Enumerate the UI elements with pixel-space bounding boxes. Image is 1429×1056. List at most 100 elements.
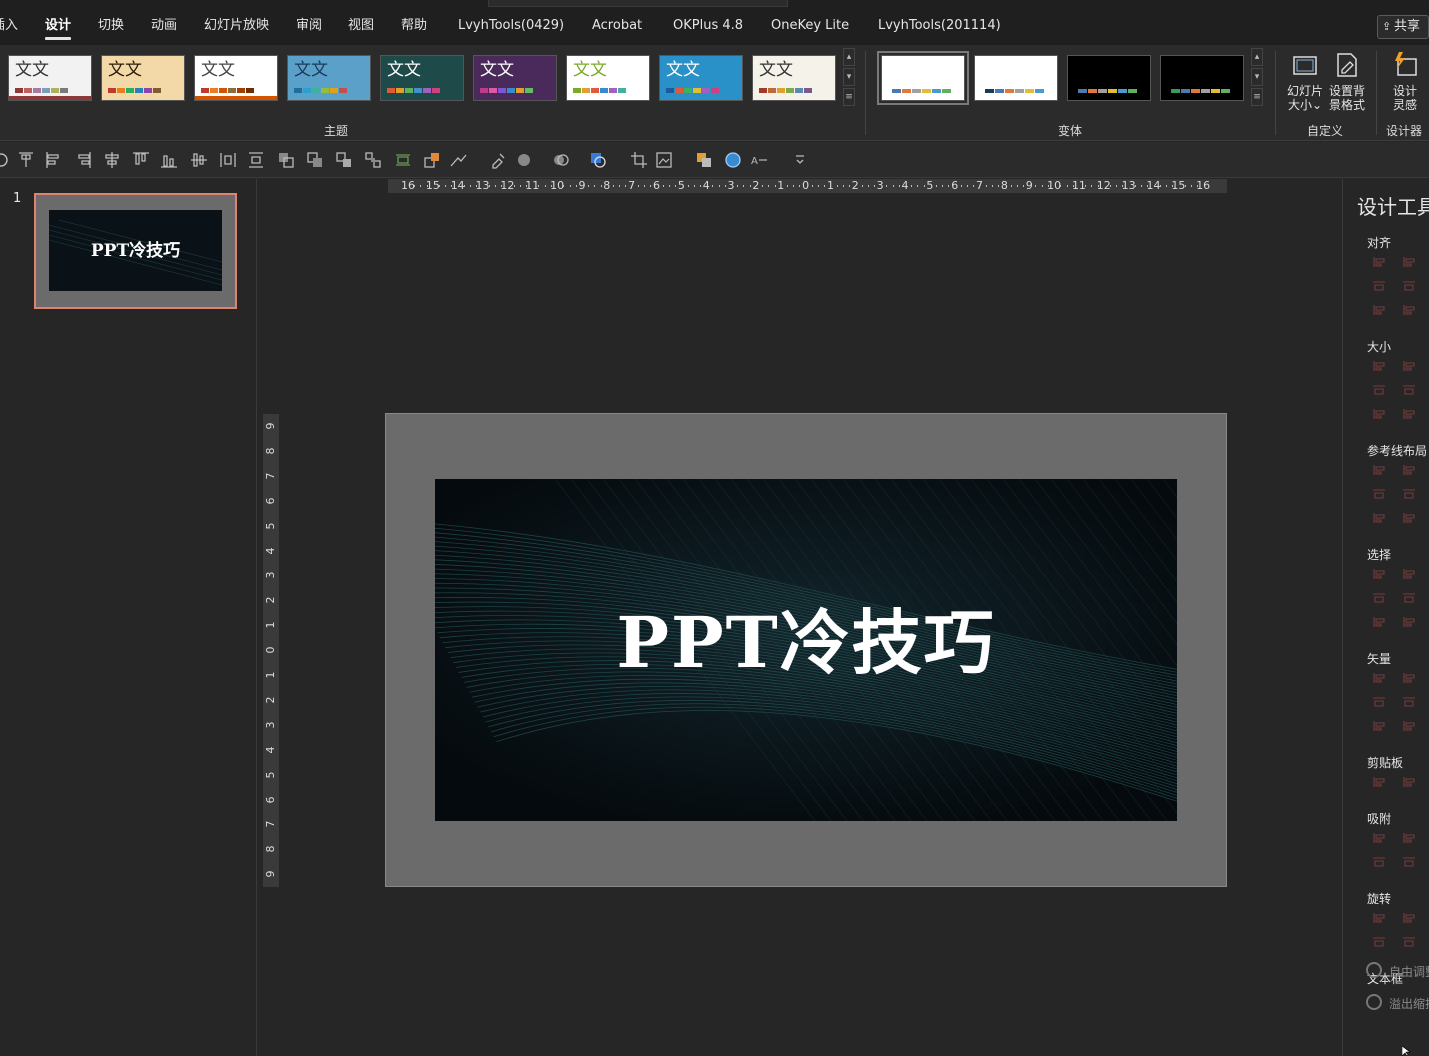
design-tool-icon[interactable]	[1372, 912, 1386, 924]
gallery-more-icon[interactable]: ≡	[843, 88, 855, 106]
design-tool-icon[interactable]	[1402, 488, 1416, 500]
distribute-vertical-icon[interactable]	[247, 151, 265, 169]
horizontal-ruler[interactable]: 16 15 14 13 12 11 10 9 8 7 6 5 4 3 2 1 0 1 2 3 4 5 6 7 8 9 10 11 12 1…	[388, 179, 1227, 193]
theme-thumbnail-5[interactable]: 文文	[380, 55, 464, 101]
design-tool-icon[interactable]	[1402, 512, 1416, 524]
tab-animations[interactable]: 动画	[151, 9, 177, 45]
design-tool-icon[interactable]	[1372, 568, 1386, 580]
design-tool-icon[interactable]	[1402, 464, 1416, 476]
design-tool-icon[interactable]	[1402, 832, 1416, 844]
match-size-icon[interactable]	[394, 151, 412, 169]
theme-thumbnail-9[interactable]: 文文	[752, 55, 836, 101]
design-tool-icon[interactable]	[1402, 568, 1416, 580]
design-tool-icon[interactable]	[1372, 304, 1386, 316]
send-backward-icon[interactable]	[306, 151, 324, 169]
scroll-up-icon[interactable]: ▴	[1251, 48, 1263, 66]
align-middle-icon[interactable]	[190, 151, 208, 169]
theme-thumbnail-8[interactable]: 文文	[659, 55, 743, 101]
slide-size-button[interactable]: 幻灯片 大小⌄	[1284, 50, 1326, 114]
design-tool-icon[interactable]	[1402, 304, 1416, 316]
distribute-horizontal-icon[interactable]	[219, 151, 237, 169]
slide-title[interactable]: PPT冷技巧	[435, 603, 1177, 683]
design-tool-icon[interactable]	[1402, 408, 1416, 420]
swap-position-icon[interactable]	[423, 151, 441, 169]
design-tool-icon[interactable]	[1372, 776, 1386, 788]
design-tool-icon[interactable]	[1402, 384, 1416, 396]
shape-outline-icon[interactable]	[589, 151, 607, 169]
shape-fill-icon[interactable]	[515, 151, 533, 169]
design-tool-icon[interactable]	[1372, 696, 1386, 708]
shape-icon[interactable]	[0, 151, 10, 169]
tab-slideshow[interactable]: 幻灯片放映	[204, 9, 269, 45]
bring-to-front-icon[interactable]	[335, 151, 353, 169]
design-tool-icon[interactable]	[1402, 360, 1416, 372]
scroll-down-icon[interactable]: ▾	[843, 68, 855, 86]
merge-shapes-icon[interactable]	[552, 151, 570, 169]
autofit-free-radio[interactable]	[1366, 962, 1382, 978]
design-tool-icon[interactable]	[1372, 832, 1386, 844]
design-tool-icon[interactable]	[1402, 672, 1416, 684]
design-tool-icon[interactable]	[1372, 384, 1386, 396]
tab-okplus[interactable]: OKPlus 4.8	[673, 9, 743, 45]
design-tool-icon[interactable]	[1402, 720, 1416, 732]
tab-review[interactable]: 审阅	[296, 9, 322, 45]
crop-icon[interactable]	[630, 151, 648, 169]
design-tool-icon[interactable]	[1402, 856, 1416, 868]
design-tool-icon[interactable]	[1402, 776, 1416, 788]
theme-thumbnail-7[interactable]: 文文	[566, 55, 650, 101]
design-tool-icon[interactable]	[1402, 936, 1416, 948]
slide-thumbnail[interactable]: PPT冷技巧	[34, 193, 237, 309]
design-tool-icon[interactable]	[1372, 856, 1386, 868]
bring-forward-icon[interactable]	[277, 151, 295, 169]
align-bottom-icon[interactable]	[160, 151, 178, 169]
design-tool-icon[interactable]	[1402, 280, 1416, 292]
picture-icon[interactable]	[655, 151, 673, 169]
title-search-box[interactable]	[488, 0, 788, 7]
tab-design[interactable]: 设计	[45, 9, 72, 45]
design-tool-icon[interactable]	[1372, 488, 1386, 500]
align-top-icon[interactable]	[132, 151, 150, 169]
tab-lvyhtools-201114[interactable]: LvyhTools(201114)	[878, 9, 1001, 45]
variant-thumbnail-3[interactable]	[1067, 55, 1151, 101]
tab-acrobat[interactable]: Acrobat	[592, 9, 642, 45]
design-tool-icon[interactable]	[1372, 360, 1386, 372]
design-tool-icon[interactable]	[1402, 256, 1416, 268]
tab-onekey-lite[interactable]: OneKey Lite	[771, 9, 849, 45]
customize-toolbar-icon[interactable]	[791, 151, 809, 169]
design-tool-icon[interactable]	[1372, 408, 1386, 420]
design-tool-icon[interactable]	[1402, 912, 1416, 924]
share-button[interactable]: ⇪ 共享	[1377, 15, 1429, 39]
gallery-more-icon[interactable]: ≡	[1251, 88, 1263, 106]
theme-thumbnail-1[interactable]: 文文	[8, 55, 92, 101]
tab-insert[interactable]: 插入	[0, 9, 18, 45]
format-background-button[interactable]: 设置背 景格式	[1326, 50, 1368, 114]
align-center-icon[interactable]	[103, 151, 121, 169]
group-icon[interactable]	[364, 151, 382, 169]
theme-thumbnail-4[interactable]: 文文	[287, 55, 371, 101]
text-effects-icon[interactable]: A	[750, 151, 768, 169]
design-tool-icon[interactable]	[1372, 616, 1386, 628]
autofit-shrink-radio[interactable]	[1366, 994, 1382, 1010]
variant-thumbnail-4[interactable]	[1160, 55, 1244, 101]
design-tool-icon[interactable]	[1372, 720, 1386, 732]
variant-thumbnail-2[interactable]	[974, 55, 1058, 101]
scroll-down-icon[interactable]: ▾	[1251, 68, 1263, 86]
design-tool-icon[interactable]	[1372, 464, 1386, 476]
design-tool-icon[interactable]	[1372, 280, 1386, 292]
format-painter-icon[interactable]	[489, 151, 507, 169]
design-tool-icon[interactable]	[1372, 512, 1386, 524]
slide[interactable]: PPT冷技巧	[435, 479, 1177, 821]
tab-help[interactable]: 帮助	[401, 9, 427, 45]
line-tool-icon[interactable]	[449, 151, 467, 169]
design-tool-icon[interactable]	[1372, 672, 1386, 684]
design-tool-icon[interactable]	[1372, 936, 1386, 948]
designer-ideas-button[interactable]: 设计 灵感	[1384, 50, 1426, 114]
align-left-icon[interactable]	[45, 151, 63, 169]
vertical-ruler[interactable]: 9 8 7 6 5 4 3 2 1 0 1 2 3 4 5 6 7 8 9	[263, 414, 279, 887]
design-tool-icon[interactable]	[1402, 696, 1416, 708]
tab-view[interactable]: 视图	[348, 9, 374, 45]
tab-lvyhtools-0429[interactable]: LvyhTools(0429)	[458, 9, 564, 45]
scroll-up-icon[interactable]: ▴	[843, 48, 855, 66]
design-tool-icon[interactable]	[1372, 592, 1386, 604]
theme-thumbnail-6[interactable]: 文文	[473, 55, 557, 101]
